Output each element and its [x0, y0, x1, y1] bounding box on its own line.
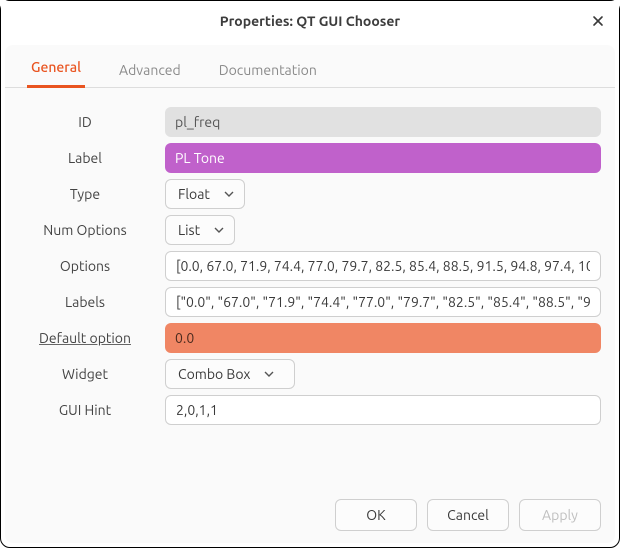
label-default-option: Default option	[17, 330, 165, 346]
dialog-panel: General Advanced Documentation ID pl_fre…	[5, 45, 615, 543]
button-bar: OK Cancel Apply	[5, 487, 615, 543]
label-gui-hint: GUI Hint	[17, 402, 165, 418]
tab-advanced[interactable]: Advanced	[115, 62, 185, 88]
label-type: Type	[17, 186, 165, 202]
field-widget-value: Combo Box	[178, 366, 250, 382]
row-labels: Labels	[17, 284, 601, 320]
cancel-button[interactable]: Cancel	[427, 499, 509, 531]
close-icon	[591, 14, 605, 28]
row-label: Label PL Tone	[17, 140, 601, 176]
label-widget: Widget	[17, 366, 165, 382]
field-type[interactable]: Float	[165, 179, 245, 209]
ok-button[interactable]: OK	[335, 499, 417, 531]
row-num-options: Num Options List	[17, 212, 601, 248]
field-type-value: Float	[178, 186, 210, 202]
label-labels: Labels	[17, 294, 165, 310]
row-gui-hint: GUI Hint	[17, 392, 601, 428]
label-label: Label	[17, 150, 165, 166]
label-id: ID	[17, 114, 165, 130]
field-options[interactable]	[165, 251, 601, 281]
field-id[interactable]: pl_freq	[165, 107, 601, 137]
chevron-down-icon	[264, 371, 274, 377]
row-id: ID pl_freq	[17, 104, 601, 140]
tab-general[interactable]: General	[27, 59, 85, 88]
field-num-options-value: List	[178, 222, 200, 238]
row-type: Type Float	[17, 176, 601, 212]
tab-documentation[interactable]: Documentation	[215, 62, 321, 88]
row-widget: Widget Combo Box	[17, 356, 601, 392]
row-default-option: Default option 0.0	[17, 320, 601, 356]
field-gui-hint[interactable]	[165, 395, 601, 425]
field-label[interactable]: PL Tone	[165, 143, 601, 173]
label-num-options: Num Options	[17, 222, 165, 238]
field-labels[interactable]	[165, 287, 601, 317]
apply-button: Apply	[519, 499, 601, 531]
close-button[interactable]	[585, 8, 611, 34]
chevron-down-icon	[224, 191, 234, 197]
field-default-option[interactable]: 0.0	[165, 323, 601, 353]
title-bar: Properties: QT GUI Chooser	[1, 1, 619, 41]
chevron-down-icon	[214, 227, 224, 233]
label-options: Options	[17, 258, 165, 274]
field-widget[interactable]: Combo Box	[165, 359, 295, 389]
window-title: Properties: QT GUI Chooser	[220, 13, 400, 29]
form-general: ID pl_freq Label PL Tone Type Float	[5, 88, 615, 428]
field-num-options[interactable]: List	[165, 215, 235, 245]
row-options: Options	[17, 248, 601, 284]
tab-bar: General Advanced Documentation	[5, 45, 615, 88]
